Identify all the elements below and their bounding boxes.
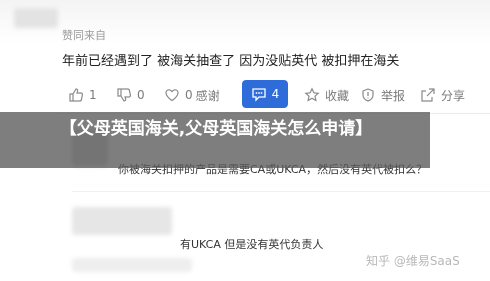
report-label: 举报 (381, 88, 406, 103)
reply-text: 有UKCA 但是没有英代负责人 (180, 238, 324, 251)
like-count: 1 (89, 88, 97, 102)
approval-text: 赞同来自 (62, 29, 106, 42)
star-icon (304, 87, 320, 102)
share-label: 分享 (441, 88, 466, 103)
blurred-content (72, 258, 192, 272)
watermark: 知乎 @维易SaaS (366, 254, 460, 268)
like-button[interactable]: 1 (68, 84, 97, 106)
share-button[interactable]: 分享 (420, 84, 465, 106)
thanks-count: 0 (185, 88, 193, 102)
overlay-title: 【父母英国海关,父母英国海关怎么申请】 (59, 119, 373, 139)
report-flag-icon (362, 88, 374, 102)
thanks-label: 感谢 (195, 88, 220, 103)
dislike-button[interactable]: 0 (116, 84, 145, 106)
thumbs-down-icon (117, 88, 132, 102)
thumbs-up-icon (69, 88, 84, 102)
comment-icon (252, 88, 266, 102)
comment-count: 4 (271, 87, 280, 101)
comment-button[interactable]: 4 (242, 80, 288, 108)
divider (72, 191, 490, 192)
share-icon (421, 88, 435, 102)
blurred-avatar (14, 8, 58, 28)
answer-text: 年前已经遇到了 被海关抽查了 因为没贴英代 被扣押在海关 (62, 54, 400, 69)
answer-actions: 1 0 0 感谢 4 收藏 举报 分享 (54, 80, 490, 110)
blurred-username (72, 207, 172, 235)
report-button[interactable]: 举报 (360, 84, 405, 106)
collect-label: 收藏 (325, 88, 350, 103)
dislike-count: 0 (137, 88, 145, 102)
collect-button[interactable]: 收藏 (304, 84, 349, 106)
heart-icon (165, 89, 179, 102)
thanks-button[interactable]: 0 感谢 (164, 84, 220, 106)
